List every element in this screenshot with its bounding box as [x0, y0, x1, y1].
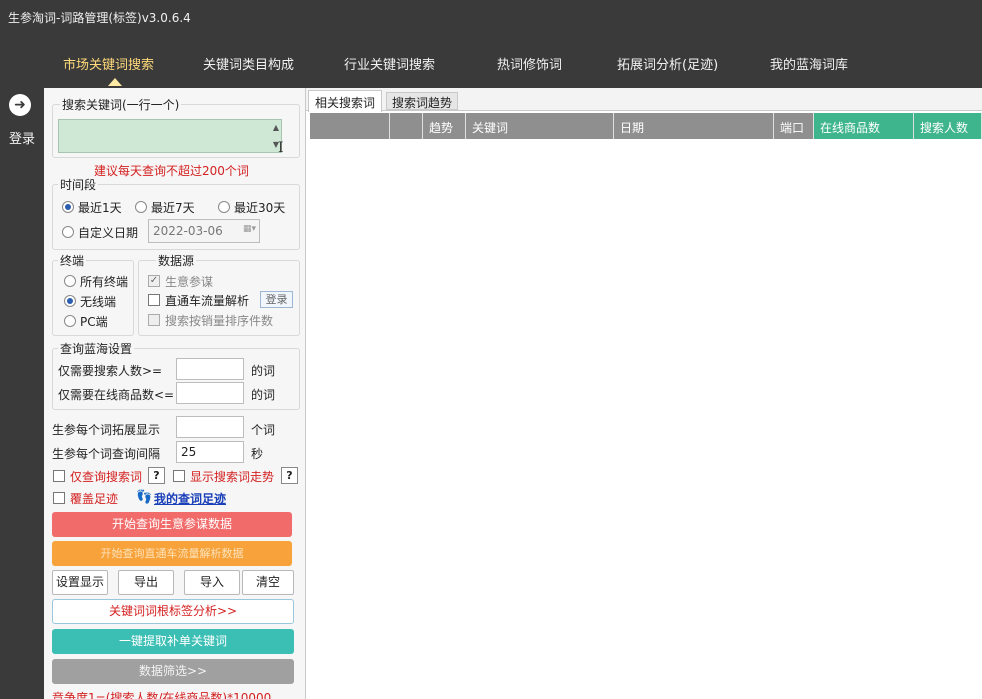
results-table-header: 趋势 关键词 日期 端口 在线商品数 搜索人数	[310, 113, 982, 139]
data-source-legend: 数据源	[156, 252, 197, 269]
terminal-label-pc: PC端	[80, 315, 108, 329]
source-check-sales-sort[interactable]	[148, 314, 160, 326]
terminal-radio-pc[interactable]	[64, 315, 76, 327]
query-interval-label: 生参每个词查询间隔	[52, 447, 161, 461]
login-label[interactable]: 登录	[9, 128, 35, 147]
source-label-sycm: 生意参谋	[165, 275, 214, 289]
period-label-7day: 最近7天	[151, 201, 195, 215]
data-filter-button[interactable]: 数据筛选>>	[52, 659, 294, 684]
import-button[interactable]: 导入	[184, 570, 240, 595]
search-keyword-legend: 搜索关键词(一行一个)	[60, 96, 182, 113]
overwrite-footprint-checkbox[interactable]	[53, 492, 65, 504]
export-button[interactable]: 导出	[118, 570, 174, 595]
results-area: 相关搜索词 搜索词趋势 趋势 关键词 日期 端口 在线商品数 搜索人数	[306, 88, 982, 699]
tab-related-search-words[interactable]: 相关搜索词	[308, 90, 383, 112]
left-sidebar: ➜ 登录	[0, 88, 44, 699]
column-header-port[interactable]: 端口	[774, 113, 814, 139]
source-label-sales-sort: 搜索按销量排序件数	[165, 314, 274, 328]
scroll-up-icon[interactable]: ▲	[273, 123, 279, 132]
only-search-label: 仅查询搜索词	[70, 470, 143, 484]
period-radio-1day[interactable]	[62, 201, 74, 213]
results-tabs: 相关搜索词 搜索词趋势	[306, 88, 982, 112]
my-footprint-link[interactable]: 我的查词足迹	[154, 490, 226, 507]
custom-date-value: 2022-03-06	[153, 224, 223, 238]
tab-hot-modifier-words[interactable]: 热词修饰词	[497, 54, 562, 73]
period-radio-custom[interactable]	[62, 226, 74, 238]
terminal-radio-all[interactable]	[64, 275, 76, 287]
max-goods-unit: 的词	[251, 388, 276, 402]
expand-display-input[interactable]	[176, 416, 244, 438]
period-legend: 时间段	[58, 176, 99, 193]
period-label-1day: 最近1天	[78, 201, 122, 215]
column-header-online-goods[interactable]: 在线商品数	[814, 113, 914, 139]
custom-date-picker[interactable]: 2022-03-06 ▦▾	[148, 219, 260, 243]
column-header-index[interactable]	[390, 113, 423, 139]
terminal-legend: 终端	[58, 252, 87, 269]
period-label-30day: 最近30天	[234, 201, 286, 215]
calendar-dropdown-icon[interactable]: ▦▾	[234, 224, 256, 238]
column-header-search-users[interactable]: 搜索人数	[914, 113, 982, 139]
min-search-input[interactable]	[176, 358, 244, 380]
max-goods-label: 仅需要在线商品数<=	[58, 388, 175, 402]
query-settings-panel: 搜索关键词(一行一个) ▲ ▼ I 建议每天查询不超过200个词 时间段 最近1…	[44, 88, 306, 699]
period-radio-30day[interactable]	[218, 201, 230, 213]
settings-display-button[interactable]: 设置显示	[52, 570, 108, 595]
show-trend-help-button[interactable]: ?	[281, 467, 298, 484]
footprint-icon: 👣	[136, 490, 153, 505]
period-radio-7day[interactable]	[135, 201, 147, 213]
period-label-custom: 自定义日期	[78, 226, 139, 240]
expand-display-label: 生参每个词拓展显示	[52, 423, 161, 437]
tab-industry-keyword-search[interactable]: 行业关键词搜索	[344, 54, 435, 73]
bluesea-legend: 查询蓝海设置	[58, 340, 135, 357]
only-search-help-button[interactable]: ?	[148, 467, 165, 484]
extract-keywords-button[interactable]: 一键提取补单关键词	[52, 629, 294, 654]
arrow-right-circle-icon[interactable]: ➜	[9, 94, 31, 116]
tab-my-bluesea-library[interactable]: 我的蓝海词库	[770, 54, 848, 73]
start-ztc-query-button[interactable]: 开始查询直通车流量解析数据	[52, 541, 292, 566]
terminal-radio-wireless[interactable]	[64, 295, 76, 307]
ztc-login-button[interactable]: 登录	[260, 291, 293, 308]
column-header-keyword[interactable]: 关键词	[466, 113, 614, 139]
source-check-sycm[interactable]: ✓	[148, 275, 160, 287]
competition-formula: 竞争度1=(搜索人数/在线商品数)*10000	[52, 691, 272, 699]
terminal-label-all: 所有终端	[80, 275, 129, 289]
active-tab-indicator	[108, 78, 122, 86]
query-interval-unit: 秒	[251, 447, 264, 461]
min-search-label: 仅需要搜索人数>=	[58, 364, 163, 378]
query-limit-hint: 建议每天查询不超过200个词	[94, 164, 249, 178]
top-navigation: 市场关键词搜索 关键词类目构成 行业关键词搜索 热词修饰词 拓展词分析(足迹) …	[0, 32, 982, 88]
column-header-trend[interactable]: 趋势	[423, 113, 466, 139]
only-search-checkbox[interactable]	[53, 470, 65, 482]
start-sycm-query-button[interactable]: 开始查询生意参谋数据	[52, 512, 292, 537]
source-label-ztc: 直通车流量解析	[165, 294, 250, 308]
tab-market-keyword-search[interactable]: 市场关键词搜索	[63, 54, 154, 73]
tab-keyword-category[interactable]: 关键词类目构成	[203, 54, 294, 73]
text-cursor-icon: I	[278, 140, 284, 156]
terminal-label-wireless: 无线端	[80, 295, 117, 309]
column-header-select[interactable]	[310, 113, 390, 139]
expand-display-unit: 个词	[251, 423, 276, 437]
show-trend-label: 显示搜索词走势	[190, 470, 275, 484]
root-tag-analysis-button[interactable]: 关键词词根标签分析>>	[52, 599, 294, 624]
source-check-ztc[interactable]	[148, 294, 160, 306]
window-title: 生参淘词-词路管理(标签)v3.0.6.4	[0, 0, 982, 32]
show-trend-checkbox[interactable]	[173, 470, 185, 482]
column-header-date[interactable]: 日期	[614, 113, 774, 139]
clear-button[interactable]: 清空	[242, 570, 294, 595]
min-search-unit: 的词	[251, 364, 276, 378]
overwrite-footprint-label: 覆盖足迹	[70, 492, 119, 506]
query-interval-input[interactable]: 25	[176, 441, 244, 463]
tab-search-word-trend[interactable]: 搜索词趋势	[386, 92, 459, 110]
tab-expand-word-analysis[interactable]: 拓展词分析(足迹)	[617, 54, 718, 73]
keyword-textarea[interactable]: ▲ ▼	[58, 119, 282, 153]
max-goods-input[interactable]	[176, 382, 244, 404]
